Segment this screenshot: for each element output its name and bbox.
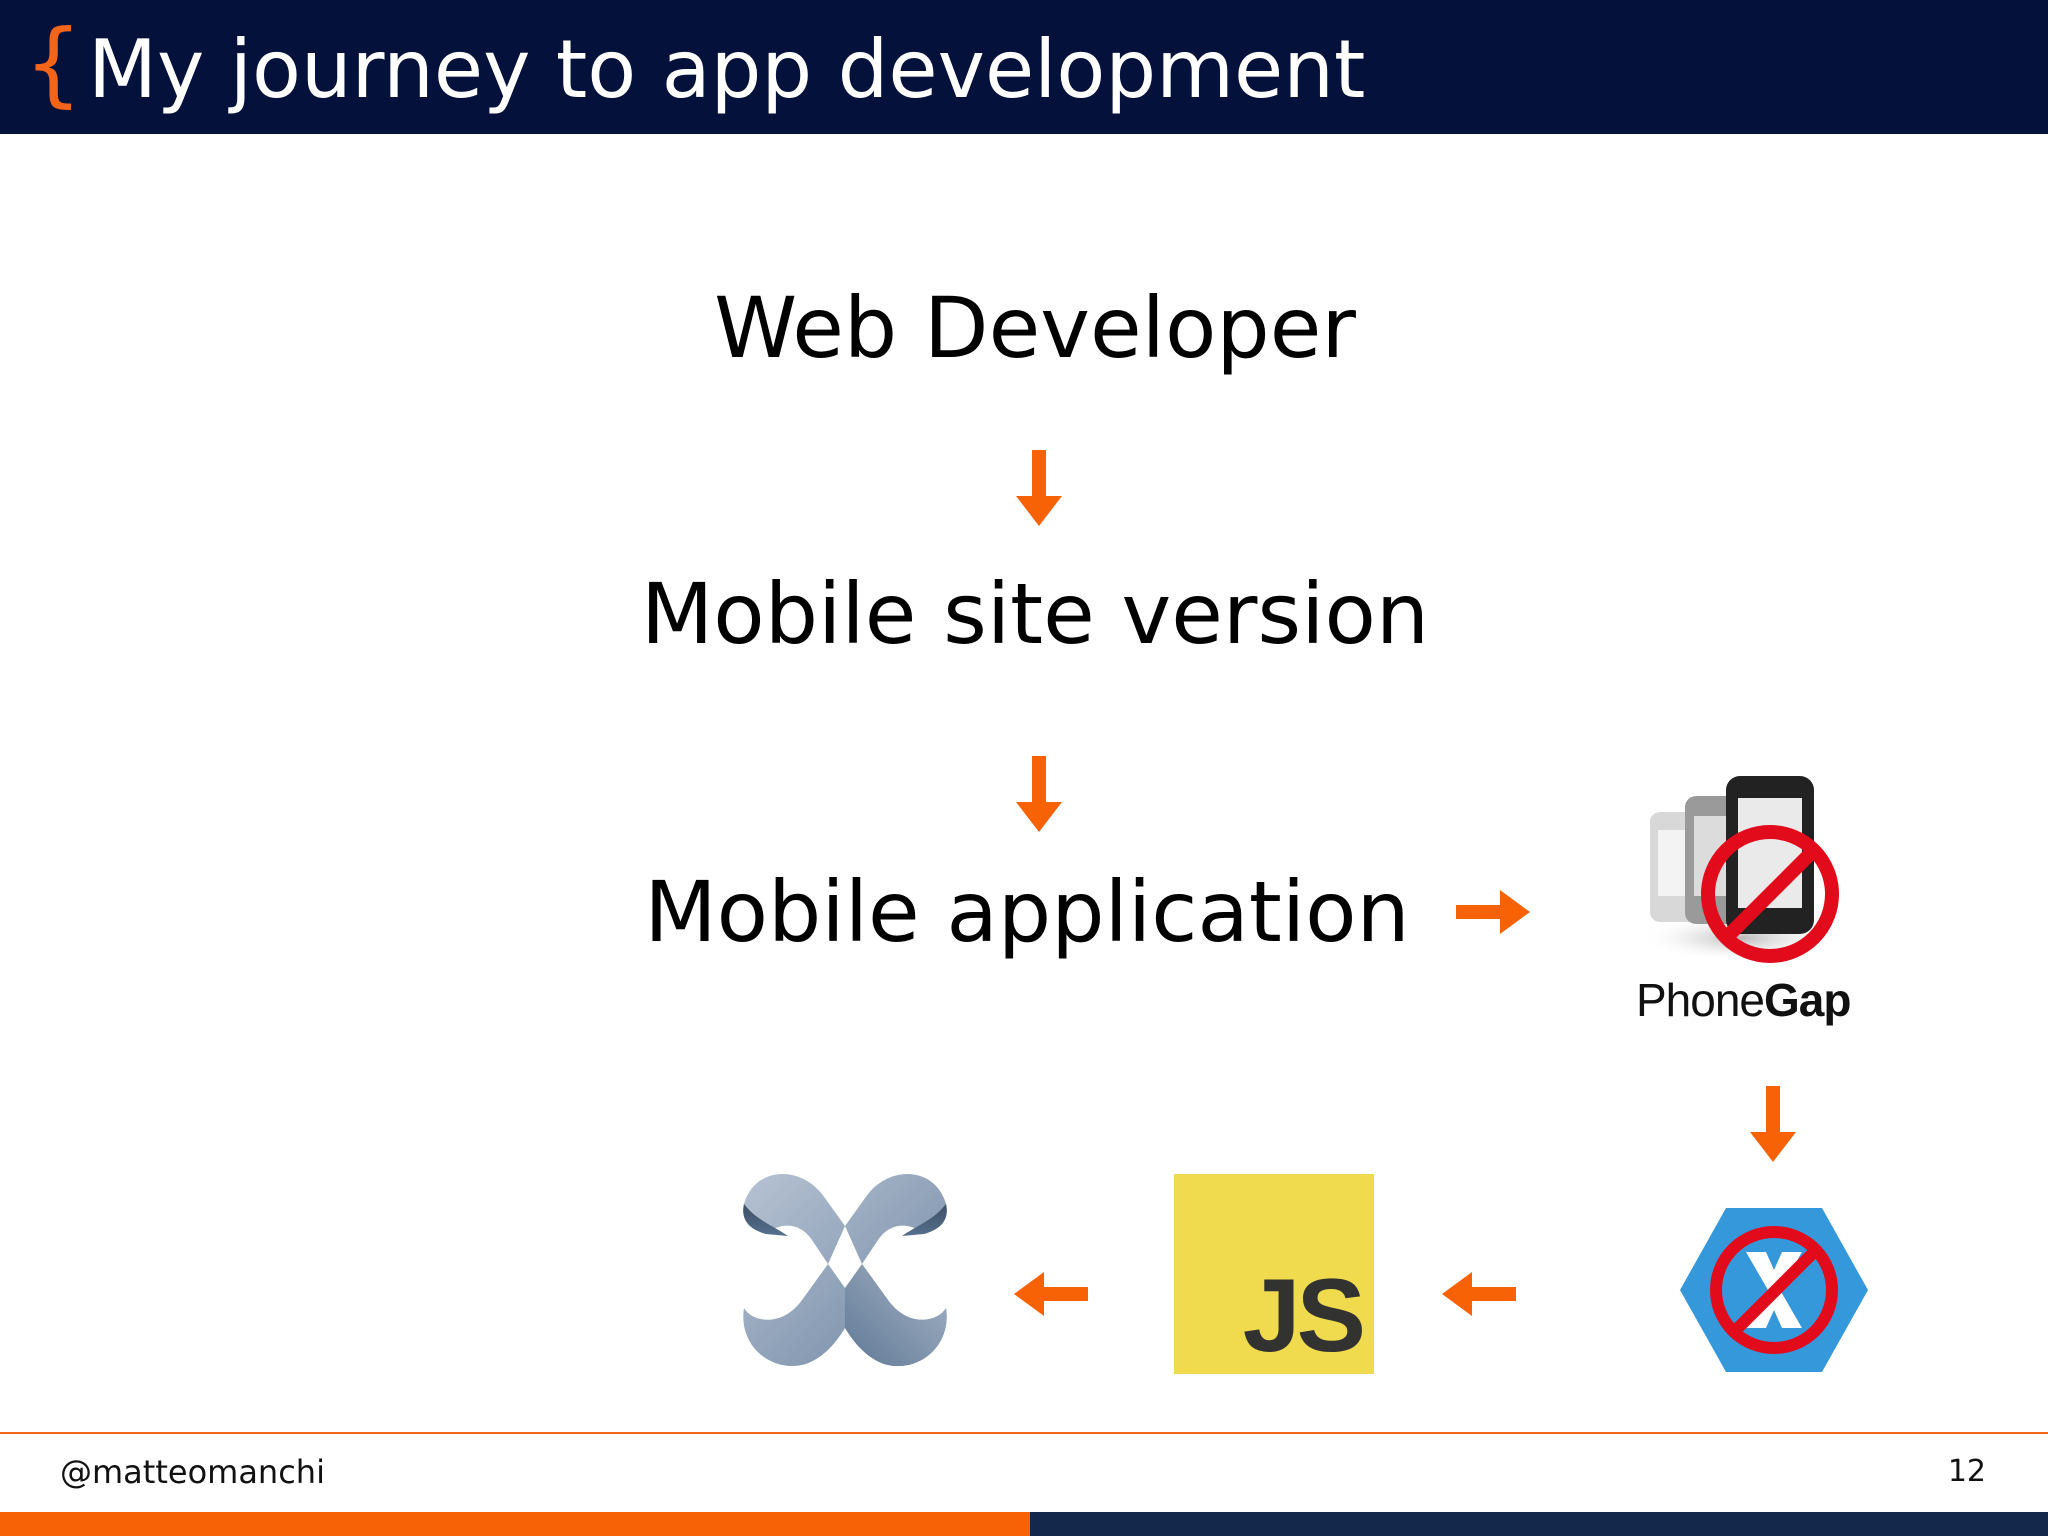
javascript-logo-icon: JS [1174, 1174, 1374, 1374]
step-mobile-site-version: Mobile site version [640, 565, 1430, 663]
brace-icon: { [24, 10, 83, 117]
author-handle: @matteomanchi [60, 1453, 325, 1491]
nativescript-logo-icon [743, 1173, 947, 1367]
footer-bar-navy [1030, 1512, 2048, 1536]
slide-header: { My journey to app development [0, 0, 2048, 134]
slide-title: My journey to app development [88, 23, 1366, 116]
xamarin-logo-icon [1680, 1208, 1868, 1372]
step-web-developer: Web Developer [714, 279, 1356, 377]
javascript-logo-label: JS [1242, 1258, 1366, 1374]
phonegap-logo-icon [1640, 776, 1840, 963]
phonegap-wordmark: PhoneGap [1636, 972, 1856, 1028]
footer-bar-orange [0, 1512, 1030, 1536]
arrow-down-icon [1016, 450, 1062, 526]
slide: { My journey to app development Web Deve… [0, 0, 2048, 1536]
page-number: 12 [1947, 1454, 1986, 1489]
arrow-down-icon [1750, 1086, 1796, 1162]
arrow-down-icon [1016, 756, 1062, 832]
arrow-right-icon [1456, 890, 1530, 934]
phonegap-word-plain: Phone [1636, 974, 1765, 1026]
arrow-left-icon [1442, 1272, 1516, 1316]
arrow-left-icon [1014, 1272, 1088, 1316]
phonegap-word-bold: Gap [1764, 974, 1851, 1026]
footer-rule [0, 1432, 2048, 1434]
